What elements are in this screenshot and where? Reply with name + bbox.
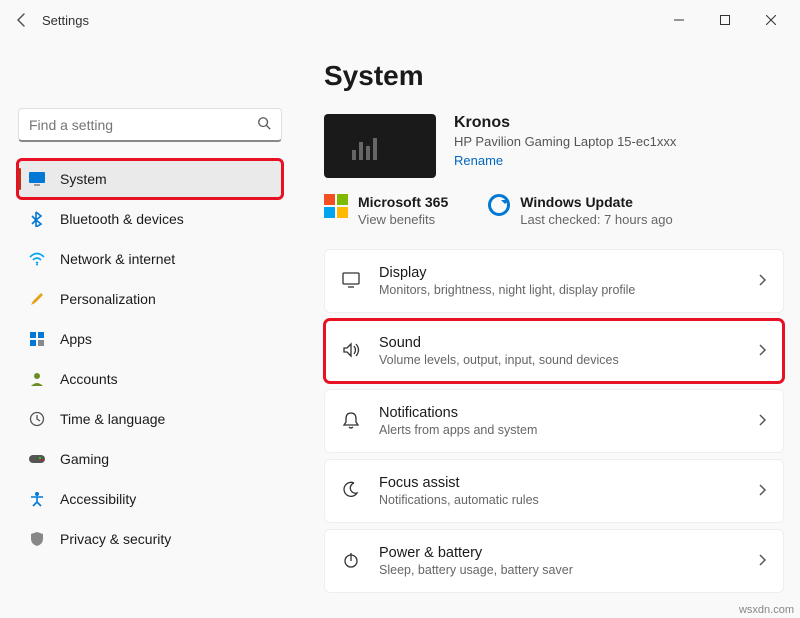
sidebar-item-label: System xyxy=(60,171,107,187)
wu-label: Windows Update xyxy=(520,194,673,210)
wu-sub: Last checked: 7 hours ago xyxy=(520,212,673,227)
search-icon xyxy=(257,116,271,133)
titlebar: Settings xyxy=(0,0,800,40)
sidebar-item-label: Time & language xyxy=(60,411,165,427)
sidebar-item-accounts[interactable]: Accounts xyxy=(18,360,282,398)
chevron-right-icon xyxy=(757,343,767,360)
chevron-right-icon xyxy=(757,273,767,290)
ms365-icon xyxy=(324,194,348,218)
sidebar-item-privacy[interactable]: Privacy & security xyxy=(18,520,282,558)
setting-notifications[interactable]: Notifications Alerts from apps and syste… xyxy=(324,389,784,453)
sound-icon xyxy=(341,340,363,363)
setting-title: Focus assist xyxy=(379,475,539,491)
setting-desc: Notifications, automatic rules xyxy=(379,493,539,507)
bluetooth-icon xyxy=(28,210,46,228)
search-input[interactable] xyxy=(29,117,257,133)
app-title: Settings xyxy=(42,13,89,28)
watermark: wsxdn.com xyxy=(739,604,794,616)
sidebar-item-label: Personalization xyxy=(60,291,156,307)
setting-desc: Alerts from apps and system xyxy=(379,423,537,437)
moon-icon xyxy=(341,480,363,503)
rename-link[interactable]: Rename xyxy=(454,153,676,168)
wifi-icon xyxy=(28,250,46,268)
device-model: HP Pavilion Gaming Laptop 15-ec1xxx xyxy=(454,134,676,149)
sidebar-item-network[interactable]: Network & internet xyxy=(18,240,282,278)
monitor-icon xyxy=(28,170,46,188)
info-row: Microsoft 365 View benefits Windows Upda… xyxy=(324,194,784,227)
desktop-thumbnail[interactable] xyxy=(324,114,436,178)
paintbrush-icon xyxy=(28,290,46,308)
setting-title: Power & battery xyxy=(379,545,573,561)
sidebar-item-gaming[interactable]: Gaming xyxy=(18,440,282,478)
clock-globe-icon xyxy=(28,410,46,428)
main-panel: System Kronos HP Pavilion Gaming Laptop … xyxy=(300,40,800,618)
maximize-button[interactable] xyxy=(702,4,748,36)
m365-sub: View benefits xyxy=(358,212,448,227)
content: System Bluetooth & devices Network & int… xyxy=(0,40,800,618)
sidebar-item-bluetooth[interactable]: Bluetooth & devices xyxy=(18,200,282,238)
sidebar-item-label: Bluetooth & devices xyxy=(60,211,184,227)
chevron-right-icon xyxy=(757,413,767,430)
setting-title: Sound xyxy=(379,335,619,351)
setting-title: Notifications xyxy=(379,405,537,421)
bell-icon xyxy=(341,410,363,433)
apps-icon xyxy=(28,330,46,348)
sidebar: System Bluetooth & devices Network & int… xyxy=(0,40,300,618)
accessibility-icon xyxy=(28,490,46,508)
sidebar-item-accessibility[interactable]: Accessibility xyxy=(18,480,282,518)
close-button[interactable] xyxy=(748,4,794,36)
sidebar-item-label: Accessibility xyxy=(60,491,136,507)
minimize-button[interactable] xyxy=(656,4,702,36)
setting-focus-assist[interactable]: Focus assist Notifications, automatic ru… xyxy=(324,459,784,523)
setting-sound[interactable]: Sound Volume levels, output, input, soun… xyxy=(324,319,784,383)
sidebar-item-label: Privacy & security xyxy=(60,531,171,547)
settings-list: Display Monitors, brightness, night ligh… xyxy=(324,249,784,593)
setting-power-battery[interactable]: Power & battery Sleep, battery usage, ba… xyxy=(324,529,784,593)
sidebar-item-label: Apps xyxy=(60,331,92,347)
device-name: Kronos xyxy=(454,114,676,132)
sidebar-item-apps[interactable]: Apps xyxy=(18,320,282,358)
setting-desc: Monitors, brightness, night light, displ… xyxy=(379,283,635,297)
m365-label: Microsoft 365 xyxy=(358,194,448,210)
power-icon xyxy=(341,550,363,573)
sidebar-item-label: Accounts xyxy=(60,371,118,387)
chevron-right-icon xyxy=(757,553,767,570)
back-button[interactable] xyxy=(6,4,38,36)
setting-title: Display xyxy=(379,265,635,281)
device-header: Kronos HP Pavilion Gaming Laptop 15-ec1x… xyxy=(324,114,784,178)
gamepad-icon xyxy=(28,450,46,468)
shield-icon xyxy=(28,530,46,548)
sidebar-item-system[interactable]: System xyxy=(18,160,282,198)
display-icon xyxy=(341,270,363,293)
page-title: System xyxy=(324,60,784,92)
setting-desc: Sleep, battery usage, battery saver xyxy=(379,563,573,577)
sidebar-item-time-language[interactable]: Time & language xyxy=(18,400,282,438)
window-controls xyxy=(656,4,794,36)
chevron-right-icon xyxy=(757,483,767,500)
sidebar-item-label: Gaming xyxy=(60,451,109,467)
settings-window: Settings System Bluetooth & devices xyxy=(0,0,800,618)
setting-display[interactable]: Display Monitors, brightness, night ligh… xyxy=(324,249,784,313)
windows-update-block[interactable]: Windows Update Last checked: 7 hours ago xyxy=(488,194,673,227)
person-icon xyxy=(28,370,46,388)
sidebar-item-personalization[interactable]: Personalization xyxy=(18,280,282,318)
device-meta: Kronos HP Pavilion Gaming Laptop 15-ec1x… xyxy=(454,114,676,168)
m365-block[interactable]: Microsoft 365 View benefits xyxy=(324,194,448,227)
windows-update-icon xyxy=(488,194,510,216)
setting-desc: Volume levels, output, input, sound devi… xyxy=(379,353,619,367)
search-box[interactable] xyxy=(18,108,282,142)
sidebar-item-label: Network & internet xyxy=(60,251,175,267)
